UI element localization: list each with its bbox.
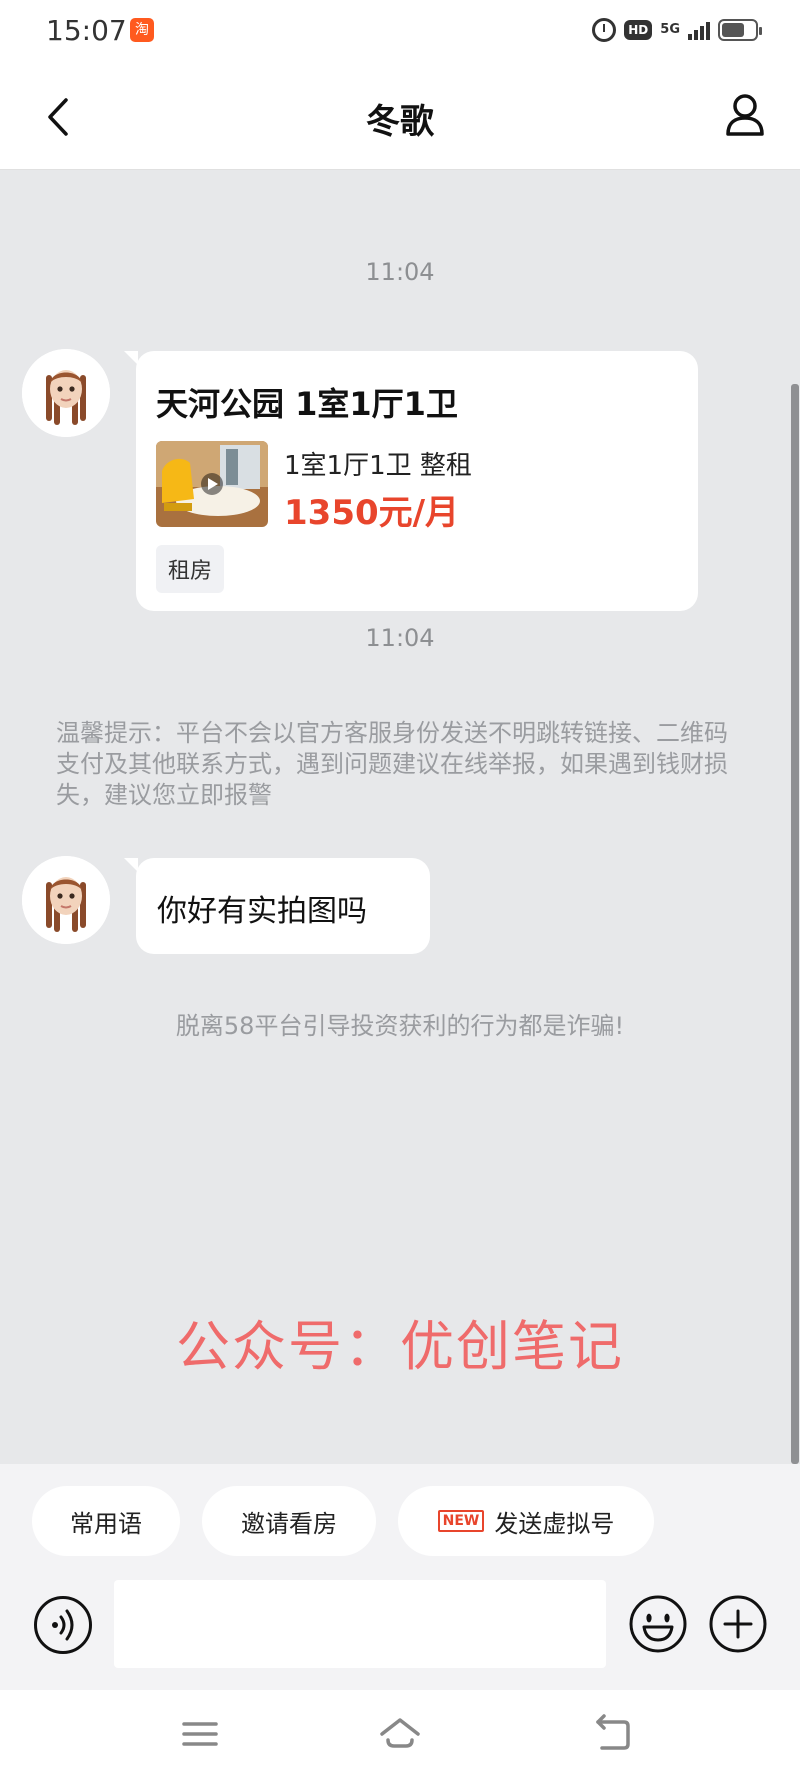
home-icon	[380, 1718, 420, 1748]
page-title: 冬歌	[366, 102, 434, 142]
quick-reply-common-phrases[interactable]: 常用语	[32, 1486, 180, 1556]
new-badge: NEW	[437, 1510, 485, 1532]
plus-icon	[709, 1595, 767, 1653]
battery-icon	[718, 19, 762, 41]
message-list[interactable]: 11:04 天河公园 1室1厅1卫 1室1厅1卫 整租 1350元/月 租房 1…	[0, 170, 800, 1464]
menu-button[interactable]	[178, 1712, 222, 1756]
message-timestamp: 11:04	[365, 624, 435, 652]
listing-thumbnail[interactable]	[156, 441, 268, 527]
signal-icon	[688, 20, 710, 40]
listing-subtitle: 1室1厅1卫 整租	[284, 451, 472, 481]
avatar-image	[22, 349, 110, 437]
play-icon	[201, 473, 223, 495]
profile-button[interactable]	[720, 90, 770, 140]
system-nav-bar	[0, 1690, 800, 1784]
avatar-image	[22, 856, 110, 944]
home-button[interactable]	[378, 1712, 422, 1756]
safety-notice: 温馨提示：平台不会以官方客服身份发送不明跳转链接、二维码支付及其他联系方式，遇到…	[56, 719, 728, 809]
contact-avatar[interactable]	[22, 349, 110, 437]
chip-label: 发送虚拟号	[494, 1509, 615, 1538]
status-icons: HD 5G	[592, 18, 762, 42]
message-timestamp: 11:04	[365, 258, 435, 286]
alarm-icon	[592, 18, 617, 42]
chip-label: 常用语	[70, 1509, 142, 1538]
chat-header: 冬歌	[0, 64, 800, 170]
fraud-warning: 脱离58平台引导投资获利的行为都是诈骗!	[175, 1012, 625, 1040]
hd-icon: HD	[624, 20, 653, 40]
listing-title: 天河公园 1室1厅1卫	[156, 385, 458, 423]
menu-icon	[182, 1722, 218, 1746]
more-button[interactable]	[708, 1594, 768, 1654]
back-nav-button[interactable]	[590, 1712, 634, 1756]
chip-label: 邀请看房	[241, 1509, 337, 1538]
emoji-icon	[629, 1595, 687, 1653]
quick-reply-invite-viewing[interactable]: 邀请看房	[202, 1486, 376, 1556]
status-time: 15:07	[46, 14, 127, 47]
user-icon	[726, 94, 764, 136]
back-nav-icon	[596, 1714, 630, 1750]
watermark-text: 公众号：优创笔记	[176, 1315, 624, 1378]
taobao-icon: 淘	[130, 18, 154, 42]
chat-screen: 15:07 淘 HD 5G 冬歌 11:04 天河公园 1室1厅1卫 1室1厅1…	[0, 0, 800, 1784]
voice-icon	[52, 1609, 74, 1641]
network-5g-icon: 5G	[660, 22, 680, 37]
message-bubble[interactable]: 你好有实拍图吗	[136, 858, 430, 954]
listing-tag: 租房	[156, 545, 225, 593]
status-bar: 15:07 淘 HD 5G	[0, 0, 800, 64]
emoji-button[interactable]	[628, 1594, 688, 1654]
message-input[interactable]	[114, 1580, 606, 1668]
listing-card[interactable]: 天河公园 1室1厅1卫 1室1厅1卫 整租 1350元/月 租房	[136, 351, 698, 611]
contact-avatar[interactable]	[22, 856, 110, 944]
voice-button[interactable]	[34, 1596, 92, 1654]
quick-reply-virtual-number[interactable]: NEW 发送虚拟号	[398, 1486, 654, 1556]
listing-price: 1350元/月	[284, 493, 460, 533]
